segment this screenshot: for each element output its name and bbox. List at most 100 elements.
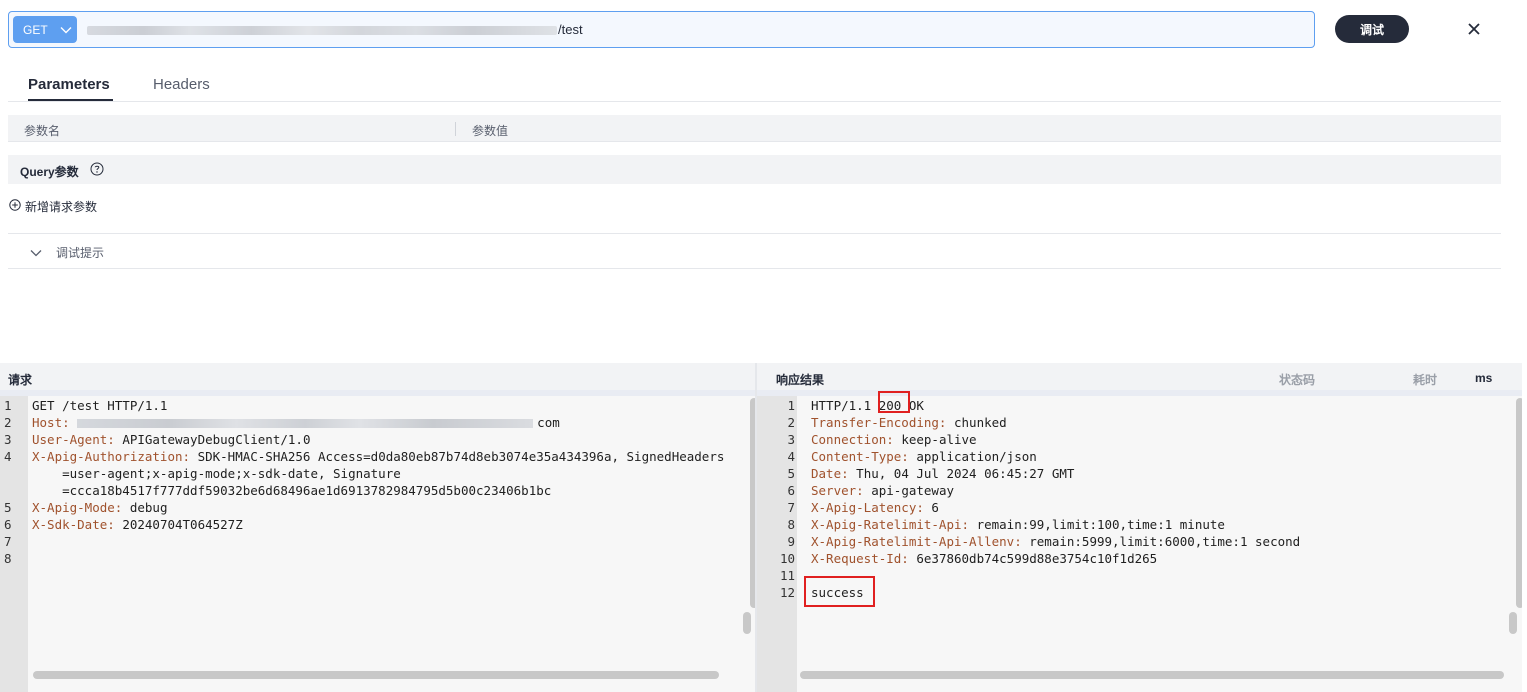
code-line: Host: com (32, 414, 560, 431)
url-bar[interactable]: GET /test (8, 11, 1315, 48)
header-key: X-Request-Id: (811, 551, 909, 566)
request-pane-header: 请求 (0, 363, 755, 390)
header-key: X-Apig-Ratelimit-Api: (811, 517, 970, 532)
line-number: 5 (4, 500, 12, 515)
query-section-header: Query参数 (8, 155, 1501, 184)
code-line: X-Apig-Ratelimit-Api: remain:99,limit:10… (811, 516, 1225, 533)
header-value: 6e37860db74c599d88e3754c10f1d265 (908, 551, 1158, 566)
column-param-name: 参数名 (24, 124, 61, 138)
response-scroll-thumb[interactable] (1509, 612, 1517, 634)
editor-top-strip (757, 390, 1522, 396)
response-horizontal-scrollbar[interactable] (800, 671, 1504, 679)
code-line: Transfer-Encoding: chunked (811, 414, 1007, 431)
add-circle-icon (9, 199, 21, 214)
response-body-highlight (804, 576, 875, 607)
header-key: Connection: (811, 432, 894, 447)
code-line: X-Request-Id: 6e37860db74c599d88e3754c10… (811, 550, 1157, 567)
code-line: X-Apig-Mode: debug (32, 499, 167, 516)
header-value: =user-agent;x-apig-mode;x-sdk-date, Sign… (32, 466, 401, 481)
close-icon[interactable] (1466, 21, 1482, 37)
header-value: =ccca18b4517f777ddf59032be6d68496ae1d691… (32, 483, 552, 498)
line-number: 9 (787, 534, 795, 549)
header-key: Server: (811, 483, 864, 498)
header-key: X-Apig-Latency: (811, 500, 924, 515)
header-key: X-Sdk-Date: (32, 517, 115, 532)
column-param-value: 参数值 (472, 124, 509, 138)
header-value: application/json (908, 449, 1037, 464)
help-icon[interactable] (90, 162, 104, 176)
line-number: 3 (4, 432, 12, 447)
editor-top-strip (0, 390, 755, 396)
line-number: 1 (4, 398, 12, 413)
tabs-divider (8, 101, 1501, 102)
line-number: 8 (4, 551, 12, 566)
line-number: 2 (4, 415, 12, 430)
header-value: 6 (923, 500, 939, 515)
line-number: 7 (787, 500, 795, 515)
column-separator (455, 122, 456, 136)
header-value: remain:99,limit:100,time:1 minute (969, 517, 1225, 532)
status-code-label: 状态码 (1279, 373, 1316, 387)
chevron-down-icon (60, 26, 72, 34)
url-path[interactable]: /test (558, 22, 583, 37)
request-code-editor[interactable]: 1 GET /test HTTP/1.1 2 Host: com 3 User-Agent… (0, 390, 755, 692)
line-number: 6 (4, 517, 12, 532)
response-pane-title: 响应结果 (776, 373, 825, 387)
request-pane-title: 请求 (8, 373, 33, 387)
line-number: 7 (4, 534, 12, 549)
section-divider (8, 268, 1501, 269)
header-key: Host: (32, 415, 70, 430)
chevron-down-icon (30, 246, 42, 260)
header-key: X-Apig-Ratelimit-Api-Allenv: (811, 534, 1022, 549)
url-redacted (87, 26, 557, 35)
elapsed-time-label: 耗时 (1413, 373, 1438, 387)
header-key: Content-Type: (811, 449, 909, 464)
code-line: User-Agent: APIGatewayDebugClient/1.0 (32, 431, 310, 448)
request-vertical-scrollbar[interactable] (750, 398, 755, 608)
status-code-highlight (878, 391, 910, 413)
code-line: GET /test HTTP/1.1 (32, 397, 167, 414)
header-value: chunked (946, 415, 1007, 430)
response-code-editor[interactable]: 1 HTTP/1.1 200 OK 2 Transfer-Encoding: chun… (757, 390, 1522, 692)
debug-tips-label: 调试提示 (56, 246, 105, 260)
code-line: Date: Thu, 04 Jul 2024 06:45:27 GMT (811, 465, 1074, 482)
request-horizontal-scrollbar[interactable] (33, 671, 719, 679)
line-number: 12 (779, 585, 795, 600)
param-table-header: 参数名 参数值 (8, 115, 1501, 142)
header-value: SDK-HMAC-SHA256 Access=d0da80eb87b74d8eb… (190, 449, 725, 464)
code-line: X-Apig-Latency: 6 (811, 499, 939, 516)
header-value: Thu, 04 Jul 2024 06:45:27 GMT (848, 466, 1075, 481)
code-line: Connection: keep-alive (811, 431, 977, 448)
header-value: remain:5999,limit:6000,time:1 second (1021, 534, 1301, 549)
debug-tips-toggle[interactable]: 调试提示 (30, 244, 104, 261)
tab-parameters[interactable]: Parameters (28, 76, 110, 93)
header-value: 20240704T064527Z (114, 517, 243, 532)
method-select[interactable]: GET (13, 16, 77, 43)
line-number: 11 (779, 568, 795, 583)
tab-headers[interactable]: Headers (153, 76, 210, 93)
line-number: 6 (787, 483, 795, 498)
code-line: X-Apig-Authorization: SDK-HMAC-SHA256 Ac… (32, 448, 724, 465)
add-param-label: 新增请求参数 (25, 200, 98, 214)
header-value: GET /test HTTP/1.1 (32, 398, 168, 413)
window-edge (1522, 363, 1527, 692)
code-line: X-Sdk-Date: 20240704T064527Z (32, 516, 243, 533)
line-number: 3 (787, 432, 795, 447)
header-key: Transfer-Encoding: (811, 415, 947, 430)
debug-button[interactable]: 调试 (1335, 15, 1409, 43)
header-value: keep-alive (893, 432, 977, 447)
header-key: User-Agent: (32, 432, 115, 447)
method-label: GET (23, 22, 48, 37)
line-number: 10 (779, 551, 795, 566)
line-number: 2 (787, 415, 795, 430)
response-pane-header: 响应结果 状态码 耗时 ms (757, 363, 1522, 390)
header-key: X-Apig-Mode: (32, 500, 123, 515)
header-key: X-Apig-Authorization: (32, 449, 191, 464)
add-param-button[interactable]: 新增请求参数 (9, 198, 97, 215)
code-line: =user-agent;x-apig-mode;x-sdk-date, Sign… (32, 465, 401, 482)
line-number: 4 (4, 449, 12, 464)
line-number: 8 (787, 517, 795, 532)
request-scroll-thumb[interactable] (743, 612, 751, 634)
section-divider (8, 233, 1501, 234)
code-line: =ccca18b4517f777ddf59032be6d68496ae1d691… (32, 482, 551, 499)
